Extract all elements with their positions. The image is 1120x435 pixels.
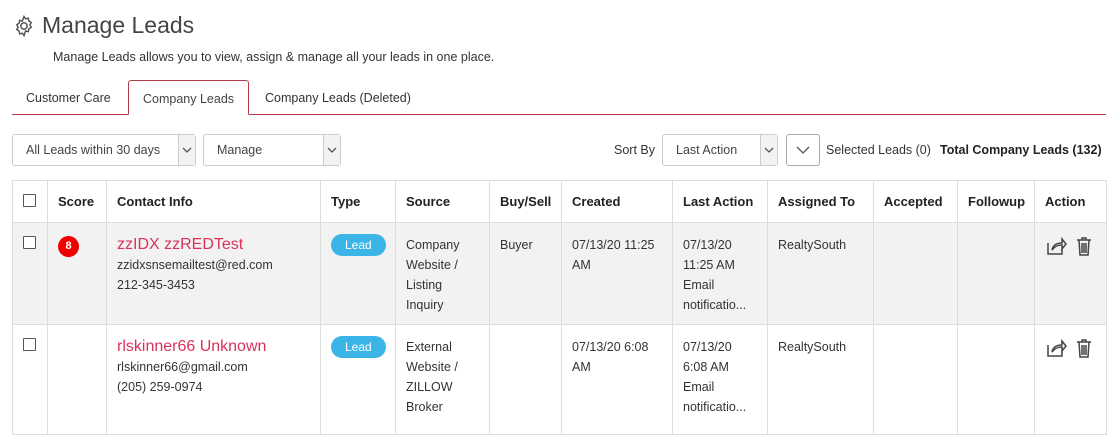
assigned-to-cell: RealtySouth xyxy=(767,222,874,325)
col-action: Action xyxy=(1034,180,1107,223)
last-action-note: Email notificatio... xyxy=(683,278,747,312)
contact-phone: (205) 259-0974 xyxy=(117,380,203,394)
last-action-date: 07/13/20 xyxy=(683,340,732,354)
contact-phone: 212-345-3453 xyxy=(117,278,195,292)
share-icon[interactable] xyxy=(1045,337,1067,359)
chevron-down-icon xyxy=(760,135,777,165)
followup-cell xyxy=(957,222,1035,325)
share-icon[interactable] xyxy=(1045,235,1067,257)
col-accepted[interactable]: Accepted xyxy=(873,180,958,223)
select-all-checkbox[interactable] xyxy=(23,193,36,207)
trash-icon[interactable] xyxy=(1073,337,1095,359)
col-created[interactable]: Created xyxy=(561,180,673,223)
tab-customer-care[interactable]: Customer Care xyxy=(12,80,125,115)
tab-company-leads[interactable]: Company Leads xyxy=(128,80,250,115)
sort-by-label: Sort By xyxy=(614,143,655,157)
accepted-cell xyxy=(873,324,958,435)
score-badge: 8 xyxy=(58,236,79,257)
contact-name-link[interactable]: rlskinner66 Unknown xyxy=(117,337,310,357)
select-all-cell xyxy=(12,180,48,223)
leads-table: Score Contact Info Type Source Buy/Sell … xyxy=(12,180,1107,435)
col-assigned-to[interactable]: Assigned To xyxy=(767,180,874,223)
source-cell: Company Website / Listing Inquiry xyxy=(395,222,490,325)
row-actions xyxy=(1045,337,1096,359)
page-subtitle: Manage Leads allows you to view, assign … xyxy=(53,50,495,64)
last-action-time: 11:25 AM xyxy=(683,258,735,272)
buy-sell-cell xyxy=(489,324,562,435)
chevron-down-icon xyxy=(323,135,340,165)
sort-direction-button[interactable] xyxy=(786,134,820,166)
table-header-row: Score Contact Info Type Source Buy/Sell … xyxy=(12,180,1107,223)
trash-icon[interactable] xyxy=(1073,235,1095,257)
col-source[interactable]: Source xyxy=(395,180,490,223)
buy-sell-cell: Buyer xyxy=(489,222,562,325)
followup-cell xyxy=(957,324,1035,435)
last-action-date: 07/13/20 xyxy=(683,238,732,252)
created-cell: 07/13/20 11:25 AM xyxy=(561,222,673,325)
col-buy-sell[interactable]: Buy/Sell xyxy=(489,180,562,223)
col-contact-info[interactable]: Contact Info xyxy=(106,180,321,223)
col-last-action[interactable]: Last Action xyxy=(672,180,768,223)
lead-range-select[interactable]: All Leads within 30 days xyxy=(12,134,196,166)
col-type[interactable]: Type xyxy=(320,180,396,223)
created-cell: 07/13/20 6:08 AM xyxy=(561,324,673,435)
page-header: Manage Leads xyxy=(12,12,194,39)
accepted-cell xyxy=(873,222,958,325)
assigned-to-cell: RealtySouth xyxy=(767,324,874,435)
col-score[interactable]: Score xyxy=(47,180,107,223)
last-action-note: Email notificatio... xyxy=(683,380,747,414)
sort-select[interactable]: Last Action xyxy=(662,134,778,166)
sort-value: Last Action xyxy=(676,143,738,157)
type-badge: Lead xyxy=(331,234,386,256)
gear-icon xyxy=(15,14,33,37)
manage-select[interactable]: Manage xyxy=(203,134,341,166)
manage-value: Manage xyxy=(217,143,263,157)
tab-bar: Customer Care Company Leads Company Lead… xyxy=(12,80,1106,115)
col-followup[interactable]: Followup xyxy=(957,180,1035,223)
contact-name-link[interactable]: zzIDX zzREDTest xyxy=(117,235,310,255)
chevron-down-icon xyxy=(796,146,810,154)
table-row[interactable]: 8 zzIDX zzREDTest zzidxsnsemailtest@red.… xyxy=(12,222,1107,325)
last-action-time: 6:08 AM xyxy=(683,360,729,374)
page-title: Manage Leads xyxy=(42,12,195,38)
row-checkbox[interactable] xyxy=(23,338,36,351)
type-badge: Lead xyxy=(331,336,386,358)
contact-email: rlskinner66@gmail.com xyxy=(117,360,248,374)
tab-company-leads-deleted[interactable]: Company Leads (Deleted) xyxy=(251,80,425,115)
lead-range-value: All Leads within 30 days xyxy=(26,143,161,157)
chevron-down-icon xyxy=(178,135,195,165)
last-action-cell: 07/13/20 6:08 AM Email notificatio... xyxy=(672,324,768,435)
row-checkbox[interactable] xyxy=(23,236,36,249)
table-row[interactable]: rlskinner66 Unknown rlskinner66@gmail.co… xyxy=(12,324,1107,435)
source-cell: External Website / ZILLOW Broker xyxy=(395,324,490,435)
last-action-cell: 07/13/20 11:25 AM Email notificatio... xyxy=(672,222,768,325)
contact-email: zzidxsnsemailtest@red.com xyxy=(117,258,273,272)
selected-leads-count: Selected Leads (0) xyxy=(826,143,931,157)
total-leads-count: Total Company Leads (132) xyxy=(940,143,1102,157)
row-actions xyxy=(1045,235,1096,257)
